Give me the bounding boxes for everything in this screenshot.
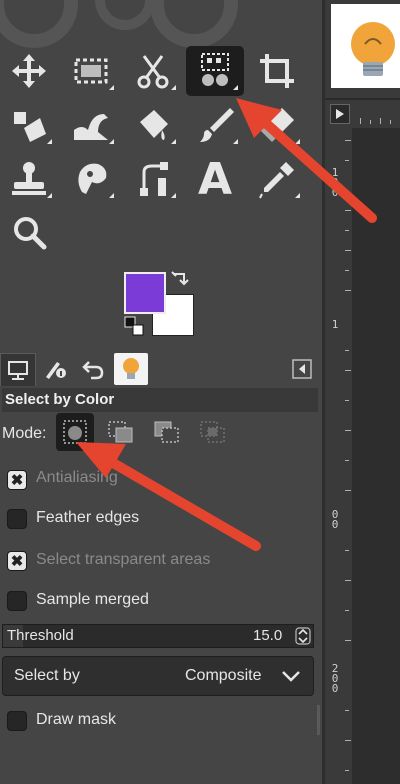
- tab-undo-history[interactable]: [76, 353, 110, 385]
- ruler-tick: [345, 400, 349, 401]
- ruler-tick: [345, 550, 349, 551]
- antialiasing-checkbox[interactable]: ✖: [7, 470, 27, 490]
- options-scrollbar[interactable]: [317, 705, 320, 735]
- ruler-tick: [345, 230, 349, 231]
- zoom-tool-button[interactable]: [0, 208, 58, 258]
- bucket-icon: [140, 110, 168, 140]
- smudge-tool-button[interactable]: [62, 154, 120, 204]
- smudge-icon: [78, 163, 107, 194]
- move-icon: [12, 54, 46, 88]
- tab-image-thumbnail[interactable]: [114, 353, 148, 385]
- ruler-tick: [345, 370, 351, 371]
- scissors-select-tool-button[interactable]: [124, 46, 182, 96]
- lightbulb-icon: [123, 358, 139, 379]
- ruler-tick: [345, 640, 351, 641]
- annotation-arrow-mode: [76, 442, 261, 551]
- tab-tool-options[interactable]: [0, 353, 36, 386]
- select-by-label: Select by: [14, 667, 80, 684]
- paths-tool-button[interactable]: [124, 154, 182, 204]
- foreground-color-swatch[interactable]: [124, 272, 166, 314]
- threshold-slider[interactable]: Threshold 15.0: [2, 624, 314, 648]
- brush-info-icon: [46, 362, 66, 379]
- draw-mask-checkbox[interactable]: [7, 711, 27, 731]
- ruler-tick: [345, 490, 351, 491]
- ruler-tick: [345, 290, 351, 291]
- zoom-icon: [14, 217, 47, 250]
- threshold-spinner-icon[interactable]: [295, 627, 311, 645]
- ruler-label: 0: [331, 518, 339, 531]
- crop-icon: [260, 54, 294, 88]
- warp-icon: [74, 114, 108, 140]
- ruler-label: 1: [331, 318, 339, 331]
- ruler-tick: [345, 430, 351, 431]
- tool-options-icon: [8, 361, 28, 380]
- annotation-arrow-tool: [236, 98, 377, 223]
- rect-select-tool-button[interactable]: [62, 46, 120, 96]
- ruler-tick: [345, 350, 349, 351]
- ruler-tick: [345, 770, 349, 771]
- select-by-color-tool-button[interactable]: [186, 46, 244, 96]
- ruler-tick: [345, 610, 349, 611]
- default-colors-icon[interactable]: [124, 316, 146, 338]
- ruler-tick: [345, 250, 351, 251]
- threshold-value: 15.0: [253, 627, 283, 644]
- chevron-down-icon: [282, 671, 300, 682]
- sample-merged-label: Sample merged: [36, 591, 149, 608]
- configure-tab-menu-icon[interactable]: [292, 359, 312, 379]
- mode-label: Mode:: [2, 425, 47, 442]
- move-tool-button[interactable]: [0, 46, 58, 96]
- tool-options-title: Select by Color: [2, 388, 318, 412]
- select-by-dropdown[interactable]: Select by Composite: [2, 656, 314, 696]
- draw-mask-label: Draw mask: [36, 711, 117, 728]
- select-by-value: Composite: [185, 667, 262, 684]
- feather-edges-checkbox[interactable]: [7, 509, 27, 529]
- sample-merged-checkbox[interactable]: [7, 591, 27, 611]
- tab-brushes[interactable]: [38, 353, 72, 385]
- crop-tool-button[interactable]: [248, 46, 306, 96]
- threshold-label: Threshold: [7, 627, 74, 644]
- swap-colors-icon[interactable]: [170, 270, 192, 292]
- ruler-tick: [345, 460, 349, 461]
- ruler-tick: [345, 270, 349, 271]
- unified-transform-tool-button[interactable]: [0, 100, 58, 150]
- lightbulb-image-icon: [351, 22, 395, 76]
- image-tab-thumbnail[interactable]: [331, 4, 400, 88]
- transform-icon: [14, 112, 46, 142]
- ruler-tick: [345, 580, 351, 581]
- bucket-fill-tool-button[interactable]: [124, 100, 182, 150]
- scissors-icon: [137, 55, 169, 89]
- ruler-tick: [345, 740, 351, 741]
- dock-tabs: [0, 353, 322, 387]
- warp-transform-tool-button[interactable]: [62, 100, 120, 150]
- select-by-color-icon: [201, 53, 229, 86]
- clone-tool-button[interactable]: [0, 154, 58, 204]
- rect-select-icon: [74, 58, 108, 84]
- clone-stamp-icon: [12, 162, 46, 195]
- paths-icon: [140, 162, 168, 196]
- undo-history-icon: [82, 361, 104, 380]
- ruler-tick: [345, 710, 349, 711]
- ruler-label: 0: [331, 682, 339, 695]
- select-transparent-checkbox[interactable]: ✖: [7, 551, 27, 571]
